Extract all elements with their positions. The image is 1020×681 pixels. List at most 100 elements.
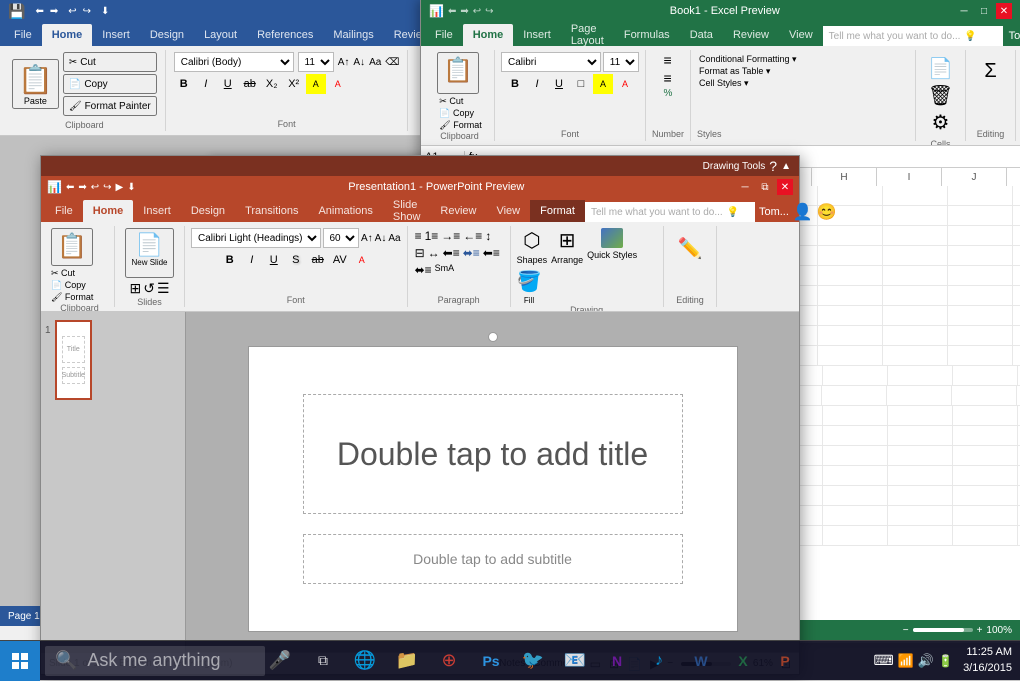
taskbar-icon-ppt[interactable]: P [765, 641, 805, 681]
ppt-tab-view[interactable]: View [486, 200, 530, 222]
taskbar-icon-task-view[interactable]: ⧉ [303, 641, 343, 681]
ppt-search-box[interactable]: Tell me what you want to do... 💡 [585, 202, 755, 222]
excel-fontcolor-btn[interactable]: A [615, 74, 635, 94]
word-tab-home[interactable]: Home [42, 24, 93, 46]
excel-tab-view[interactable]: View [779, 24, 823, 46]
ppt-new-slide-btn[interactable]: 📄 New Slide [125, 228, 173, 278]
excel-cell-styles[interactable]: Cell Styles ▾ [699, 78, 797, 89]
taskbar-icon-twitter[interactable]: 🐦 [513, 641, 553, 681]
ppt-tab-design[interactable]: Design [181, 200, 235, 222]
ppt-minimize-btn[interactable]: ─ [737, 179, 753, 195]
ppt-minimize-ribbon-btn[interactable]: ▲ [781, 161, 791, 172]
subscript-btn[interactable]: X₂ [262, 74, 282, 94]
excel-maximize[interactable]: □ [976, 3, 992, 19]
ppt-strikethrough-btn[interactable]: ab [308, 250, 328, 270]
ppt-slide-thumb-1[interactable]: Title Subtitle [55, 320, 92, 400]
bold-btn[interactable]: B [174, 74, 194, 94]
ppt-tab-file[interactable]: File [45, 200, 83, 222]
ppt-spacing-btn[interactable]: AV [330, 250, 350, 270]
word-tab-references[interactable]: References [247, 24, 323, 46]
ppt-shape-fill-btn[interactable]: 🪣 Fill [517, 269, 542, 305]
ppt-paste-btn[interactable]: 📋 [51, 228, 93, 266]
font-shrink-btn[interactable]: A↓ [353, 57, 365, 68]
taskbar-search[interactable]: 🔍 Ask me anything [45, 646, 265, 676]
ppt-shapes-btn[interactable]: ⬡ Shapes [517, 228, 548, 265]
ppt-tab-slideshow[interactable]: Slide Show [383, 200, 431, 222]
ppt-cut-btn[interactable]: ✂ Cut [51, 268, 93, 279]
excel-italic-btn[interactable]: I [527, 74, 547, 94]
excel-window-controls[interactable]: ─ □ ✕ [956, 3, 1012, 19]
ppt-slide-1-container[interactable]: 1 Title Subtitle [45, 320, 181, 404]
excel-tab-file[interactable]: File [425, 24, 463, 46]
ppt-justify-btn[interactable]: ⬌≡ [414, 262, 433, 278]
word-tab-design[interactable]: Design [140, 24, 194, 46]
font-grow-btn[interactable]: A↑ [338, 57, 350, 68]
ppt-fontcolor-btn[interactable]: A [352, 250, 372, 270]
keyboard-icon[interactable]: ⌨ [874, 652, 894, 669]
ppt-numbering-btn[interactable]: 1≡ [424, 228, 440, 244]
word-cut-btn[interactable]: ✂Cut [63, 52, 157, 72]
excel-zoom-out-btn[interactable]: − [903, 625, 909, 636]
ppt-tab-animations[interactable]: Animations [308, 200, 382, 222]
ppt-underline-btn[interactable]: U [264, 250, 284, 270]
ppt-indent-btn[interactable]: →≡ [440, 228, 461, 244]
taskbar-icon-ie[interactable]: 🌐 [345, 641, 385, 681]
superscript-btn[interactable]: X² [284, 74, 304, 94]
word-tab-insert[interactable]: Insert [92, 24, 140, 46]
taskbar-icon-excel[interactable]: X [723, 641, 763, 681]
excel-format-as-table[interactable]: Format as Table ▾ [699, 66, 797, 77]
excel-bold-btn[interactable]: B [505, 74, 525, 94]
ppt-align-center-btn[interactable]: ⬌≡ [462, 245, 481, 261]
ppt-title-textbox[interactable]: Double tap to add title [303, 394, 683, 514]
ppt-tab-insert[interactable]: Insert [133, 200, 181, 222]
word-format-painter-btn[interactable]: 🖌Format Painter [63, 96, 157, 116]
excel-tab-formulas[interactable]: Formulas [614, 24, 680, 46]
strikethrough-btn[interactable]: ab [240, 74, 260, 94]
ppt-tab-transitions[interactable]: Transitions [235, 200, 308, 222]
ppt-format-painter-btn[interactable]: 🖌 Format [51, 292, 93, 303]
ppt-editing-icon[interactable]: ✏️ [670, 228, 711, 269]
ppt-columns-btn[interactable]: ⊟ [414, 245, 426, 261]
word-fontsize-select[interactable]: 11 [298, 52, 334, 72]
ppt-change-case-btn[interactable]: Aa [388, 233, 400, 244]
wifi-icon[interactable]: 📶 [898, 653, 914, 669]
ppt-reset-icon[interactable]: ↺ [143, 280, 155, 297]
word-tab-mailings[interactable]: Mailings [323, 24, 383, 46]
ppt-tab-review[interactable]: Review [430, 200, 486, 222]
ppt-align-left-btn[interactable]: ⬅≡ [442, 245, 461, 261]
word-tab-layout[interactable]: Layout [194, 24, 247, 46]
ppt-tab-home[interactable]: Home [83, 200, 134, 222]
ppt-section-icon[interactable]: ☰ [157, 280, 170, 297]
excel-tab-home[interactable]: Home [463, 24, 514, 46]
excel-conditional-formatting[interactable]: Conditional Formatting ▾ [699, 54, 797, 65]
excel-tab-pagelayout[interactable]: Page Layout [561, 24, 614, 46]
italic-btn[interactable]: I [196, 74, 216, 94]
excel-copy-btn[interactable]: 📄 Copy [439, 108, 481, 119]
ppt-slide-area[interactable]: Double tap to add title Double tap to ad… [248, 346, 738, 632]
taskbar-icon-groove[interactable]: ♪ [639, 641, 679, 681]
ppt-window-controls[interactable]: ─ ⧉ ✕ [737, 179, 793, 195]
ppt-bold-btn[interactable]: B [220, 250, 240, 270]
underline-btn[interactable]: U [218, 74, 238, 94]
font-color-btn[interactable]: A [328, 74, 348, 94]
ppt-line-spacing-btn[interactable]: ↕ [484, 228, 492, 244]
taskbar-icon-onenote[interactable]: N [597, 641, 637, 681]
ppt-copy-btn[interactable]: 📄 Copy [51, 280, 93, 291]
taskbar-icon-word[interactable]: W [681, 641, 721, 681]
excel-tab-insert[interactable]: Insert [513, 24, 561, 46]
excel-tab-review[interactable]: Review [723, 24, 779, 46]
taskbar-time[interactable]: 11:25 AM 3/16/2015 [963, 645, 1012, 676]
ppt-font-grow-btn[interactable]: A↑ [361, 233, 373, 244]
ppt-fontsize-select[interactable]: 60 [323, 228, 359, 248]
volume-icon[interactable]: 🔊 [918, 653, 934, 669]
excel-format-painter-btn[interactable]: 🖌 Format [439, 120, 481, 131]
clear-format-btn[interactable]: ⌫ [385, 57, 399, 68]
excel-tab-data[interactable]: Data [680, 24, 723, 46]
word-copy-btn[interactable]: 📄Copy [63, 74, 157, 94]
taskbar-icon-chrome[interactable]: ⊕ [429, 641, 469, 681]
excel-cut-btn[interactable]: ✂ Cut [439, 96, 481, 107]
word-tab-file[interactable]: File [4, 24, 42, 46]
ppt-text-convert-btn[interactable]: SmA [434, 262, 456, 278]
ppt-shadow-btn[interactable]: S [286, 250, 306, 270]
taskbar-icon-photoshop[interactable]: Ps [471, 641, 511, 681]
